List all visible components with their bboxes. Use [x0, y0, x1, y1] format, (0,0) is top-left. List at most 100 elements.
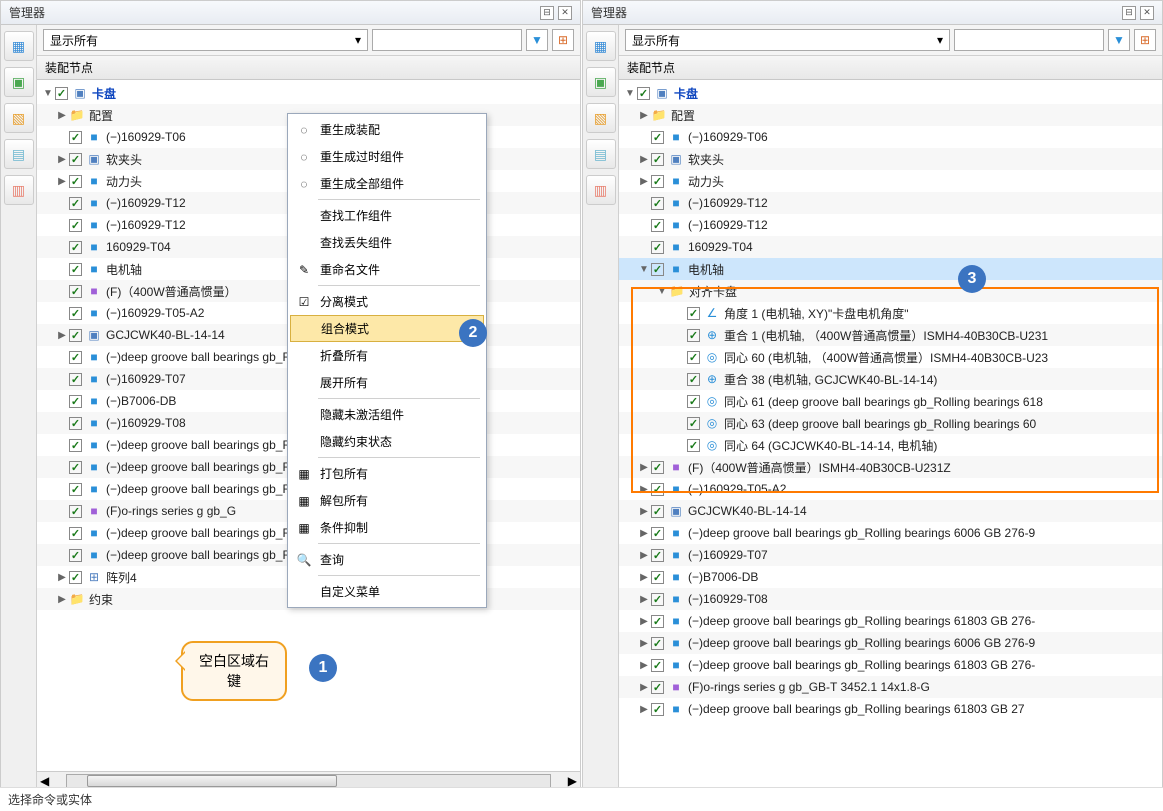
menu-item[interactable]: 折叠所有 [290, 342, 484, 369]
checkbox[interactable] [69, 549, 82, 562]
expand-icon[interactable]: ▶ [55, 594, 69, 605]
menu-item[interactable]: ▦解包所有 [290, 487, 484, 514]
tree-row[interactable]: ■(−)160929-T06 [619, 126, 1162, 148]
tree-row[interactable]: ▶■(−)deep groove ball bearings gb_Rollin… [619, 632, 1162, 654]
checkbox[interactable] [651, 703, 664, 716]
expand-icon[interactable]: ▶ [55, 572, 69, 583]
tree-row[interactable]: ◎同心 63 (deep groove ball bearings gb_Rol… [619, 412, 1162, 434]
checkbox[interactable] [651, 175, 664, 188]
expand-icon[interactable]: ▶ [637, 110, 651, 121]
expand-icon[interactable]: ▶ [637, 682, 651, 693]
expand-icon[interactable]: ▶ [637, 176, 651, 187]
search-input[interactable] [954, 29, 1104, 51]
checkbox[interactable] [651, 571, 664, 584]
checkbox[interactable] [69, 373, 82, 386]
search-input[interactable] [372, 29, 522, 51]
sidebar-btn-2[interactable]: ▣ [4, 67, 34, 97]
checkbox[interactable] [69, 329, 82, 342]
expand-icon[interactable]: ▶ [637, 572, 651, 583]
scroll-left-icon[interactable]: ◀ [37, 774, 52, 788]
checkbox[interactable] [637, 87, 650, 100]
checkbox[interactable] [69, 395, 82, 408]
sidebar-btn-1[interactable]: ▦ [4, 31, 34, 61]
menu-item[interactable]: 展开所有 [290, 369, 484, 396]
hscroll-thumb[interactable] [87, 775, 337, 787]
menu-item[interactable]: ✎重命名文件 [290, 256, 484, 283]
expand-icon[interactable]: ▶ [55, 330, 69, 341]
close-button[interactable]: ✕ [558, 6, 572, 20]
checkbox[interactable] [651, 637, 664, 650]
menu-item[interactable]: 组合模式 [290, 315, 484, 342]
filter-button[interactable]: ▼ [1108, 29, 1130, 51]
tree-row[interactable]: ▶■动力头 [619, 170, 1162, 192]
checkbox[interactable] [651, 615, 664, 628]
tree-row[interactable]: ■160929-T04 [619, 236, 1162, 258]
expand-icon[interactable]: ▼ [655, 286, 669, 297]
tree-row[interactable]: ▶■(−)B7006-DB [619, 566, 1162, 588]
expand-icon[interactable]: ▶ [637, 638, 651, 649]
expand-icon[interactable]: ▶ [637, 484, 651, 495]
minimize-button[interactable]: ⊟ [1122, 6, 1136, 20]
tree-row[interactable]: ▶■(F)o-rings series g gb_GB-T 3452.1 14x… [619, 676, 1162, 698]
filter2-button[interactable]: ⊞ [1134, 29, 1156, 51]
checkbox[interactable] [651, 131, 664, 144]
checkbox[interactable] [651, 659, 664, 672]
right-tree[interactable]: ▼▣卡盘▶📁配置■(−)160929-T06▶▣软夹头▶■动力头■(−)1609… [619, 80, 1162, 789]
checkbox[interactable] [69, 153, 82, 166]
expand-icon[interactable]: ▶ [637, 594, 651, 605]
checkbox[interactable] [55, 87, 68, 100]
expand-icon[interactable]: ▶ [55, 154, 69, 165]
tree-row[interactable]: ⊕重合 1 (电机轴, （400W普通高惯量）ISMH4-40B30CB-U23… [619, 324, 1162, 346]
display-all-combo[interactable]: 显示所有 ▾ [43, 29, 368, 51]
menu-item[interactable]: ▦打包所有 [290, 460, 484, 487]
tree-row[interactable]: ▶■(−)deep groove ball bearings gb_Rollin… [619, 610, 1162, 632]
tree-row[interactable]: ▶■(−)160929-T05-A2 [619, 478, 1162, 500]
tree-row[interactable]: ▶■(−)160929-T07 [619, 544, 1162, 566]
checkbox[interactable] [687, 329, 700, 342]
menu-item[interactable]: 查找丢失组件 [290, 229, 484, 256]
tree-row[interactable]: ▶■(F)（400W普通高惯量）ISMH4-40B30CB-U231Z [619, 456, 1162, 478]
expand-icon[interactable]: ▶ [637, 550, 651, 561]
expand-icon[interactable]: ▼ [623, 88, 637, 99]
menu-item[interactable]: ◌重生成过时组件 [290, 143, 484, 170]
checkbox[interactable] [69, 483, 82, 496]
expand-icon[interactable]: ▼ [637, 264, 651, 275]
checkbox[interactable] [651, 681, 664, 694]
checkbox[interactable] [651, 483, 664, 496]
tree-row[interactable]: ⊕重合 38 (电机轴, GCJCWK40-BL-14-14) [619, 368, 1162, 390]
checkbox[interactable] [651, 461, 664, 474]
filter2-button[interactable]: ⊞ [552, 29, 574, 51]
checkbox[interactable] [69, 241, 82, 254]
checkbox[interactable] [69, 461, 82, 474]
tree-row[interactable]: ▼▣卡盘 [37, 82, 580, 104]
checkbox[interactable] [651, 219, 664, 232]
checkbox[interactable] [651, 549, 664, 562]
checkbox[interactable] [69, 175, 82, 188]
expand-icon[interactable]: ▶ [637, 616, 651, 627]
tree-row[interactable]: ▶▣软夹头 [619, 148, 1162, 170]
tree-row[interactable]: ∠角度 1 (电机轴, XY)"卡盘电机角度" [619, 302, 1162, 324]
checkbox[interactable] [69, 351, 82, 364]
checkbox[interactable] [651, 505, 664, 518]
scroll-right-icon[interactable]: ▶ [565, 774, 580, 788]
checkbox[interactable] [687, 439, 700, 452]
tree-row[interactable]: ▼■电机轴 [619, 258, 1162, 280]
checkbox[interactable] [687, 351, 700, 364]
sidebar-btn-4[interactable]: ▤ [586, 139, 616, 169]
expand-icon[interactable]: ▶ [55, 110, 69, 121]
checkbox[interactable] [651, 197, 664, 210]
checkbox[interactable] [69, 197, 82, 210]
menu-item[interactable]: ▦条件抑制 [290, 514, 484, 541]
menu-item[interactable]: ☑分离模式 [290, 288, 484, 315]
expand-icon[interactable]: ▶ [637, 528, 651, 539]
tree-row[interactable]: ▶■(−)160929-T08 [619, 588, 1162, 610]
menu-item[interactable]: 隐藏未激活组件 [290, 401, 484, 428]
checkbox[interactable] [687, 395, 700, 408]
tree-row[interactable]: ▶■(−)deep groove ball bearings gb_Rollin… [619, 698, 1162, 720]
checkbox[interactable] [69, 307, 82, 320]
expand-icon[interactable]: ▶ [637, 704, 651, 715]
expand-icon[interactable]: ▼ [41, 88, 55, 99]
sidebar-btn-3[interactable]: ▧ [586, 103, 616, 133]
tree-row[interactable]: ▶■(−)deep groove ball bearings gb_Rollin… [619, 654, 1162, 676]
expand-icon[interactable]: ▶ [637, 660, 651, 671]
